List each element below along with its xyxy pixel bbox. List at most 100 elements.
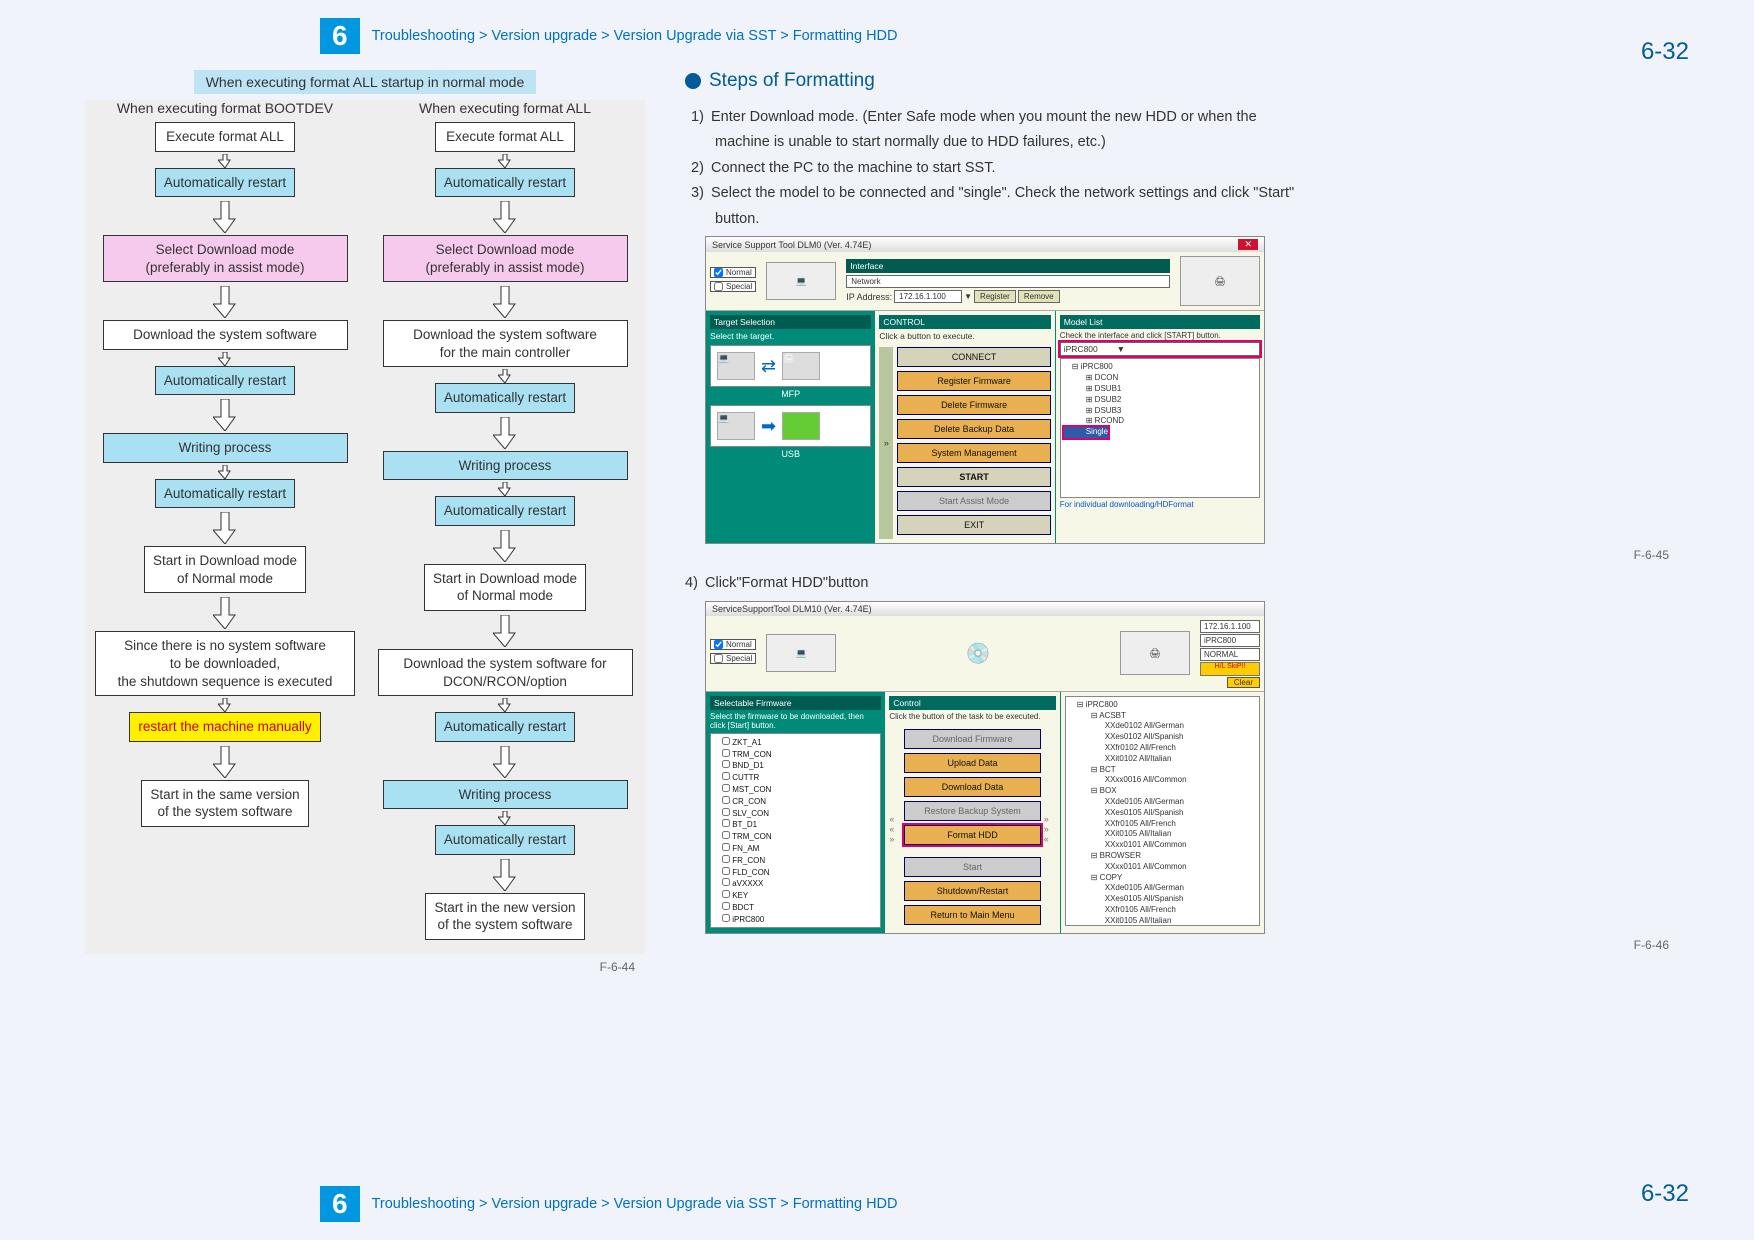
selectable-fw-label: Selectable Firmware <box>710 696 881 710</box>
arrow-large-icon <box>493 746 517 778</box>
step-1-cont: machine is unable to start normally due … <box>715 131 1689 153</box>
flow-box: Start in Download mode of Normal mode <box>424 564 586 611</box>
arrow-small-icon <box>498 369 512 383</box>
delete-backup-button[interactable]: Delete Backup Data <box>897 419 1050 439</box>
clear-button[interactable]: Clear <box>1227 677 1260 688</box>
step-3-cont: button. <box>715 208 1689 230</box>
usb-target[interactable]: 💻 ➡ <box>710 405 871 447</box>
arrow-large-icon <box>493 615 517 647</box>
arrow-small-icon <box>498 811 512 825</box>
flow-box: Automatically restart <box>155 168 295 198</box>
register-firmware-button[interactable]: Register Firmware <box>897 371 1050 391</box>
restore-backup-button[interactable]: Restore Backup System <box>904 801 1040 821</box>
firmware-tree[interactable]: ZKT_A1 TRM_CON BND_D1 CUTTR MST_CON CR_C… <box>710 733 881 928</box>
arrow-right-icon: ➡ <box>761 416 776 437</box>
shutdown-restart-button[interactable]: Shutdown/Restart <box>904 881 1040 901</box>
return-menu-button[interactable]: Return to Main Menu <box>904 905 1040 925</box>
arrow-large-icon <box>213 597 237 629</box>
step-1: 1)Enter Download mode. (Enter Safe mode … <box>691 106 1689 128</box>
arrow-large-icon <box>213 399 237 431</box>
flow-box: Automatically restart <box>435 383 575 413</box>
register-button[interactable]: Register <box>974 290 1016 303</box>
special-checkbox[interactable]: Special <box>710 653 756 664</box>
ip-label: IP Address: <box>846 292 892 302</box>
start-assist-button[interactable]: Start Assist Mode <box>897 491 1050 511</box>
arrows-icon: ⇄ <box>761 356 776 377</box>
flow-box: Automatically restart <box>435 168 575 198</box>
step-4: 4)Click"Format HDD"button <box>685 572 1689 594</box>
flow-box: Automatically restart <box>435 825 575 855</box>
mfp-label: MFP <box>710 389 871 399</box>
select-fw-text: Select the firmware to be downloaded, th… <box>710 712 881 730</box>
chapter-number: 6 <box>320 1186 360 1222</box>
flow-box: restart the machine manually <box>129 712 320 742</box>
window-titlebar: ServiceSupportTool DLM10 (Ver. 4.74E) <box>706 602 1264 616</box>
download-fw-button[interactable]: Download Firmware <box>904 729 1040 749</box>
figure-label-r2: F-6-46 <box>685 938 1669 952</box>
normal-checkbox[interactable]: Normal <box>710 639 756 650</box>
exit-button[interactable]: EXIT <box>897 515 1050 535</box>
start-button[interactable]: Start <box>904 857 1040 877</box>
step-2: 2)Connect the PC to the machine to start… <box>691 157 1689 179</box>
laptop-icon: 💻 <box>717 352 755 380</box>
model-display: iPRC800 <box>1200 634 1260 647</box>
flow-box: Automatically restart <box>155 366 295 396</box>
flow-box: Execute format ALL <box>435 122 575 152</box>
flow-box: Since there is no system software to be … <box>95 631 355 696</box>
arrow-large-icon <box>213 746 237 778</box>
ip-input[interactable]: 172.16.1.100 <box>894 290 962 303</box>
flow-box: Download the system software for the mai… <box>383 320 628 367</box>
chapter-number: 6 <box>320 18 360 54</box>
flow-box: Writing process <box>383 451 628 481</box>
top-breadcrumb: 6 Troubleshooting > Version upgrade > Ve… <box>320 18 898 54</box>
normal-checkbox[interactable]: Normal <box>710 267 756 278</box>
format-hdd-button[interactable]: Format HDD <box>904 825 1040 845</box>
special-checkbox[interactable]: Special <box>710 281 756 292</box>
arrow-large-icon <box>493 859 517 891</box>
usb-label: USB <box>710 449 871 459</box>
download-data-button[interactable]: Download Data <box>904 777 1040 797</box>
upload-data-button[interactable]: Upload Data <box>904 753 1040 773</box>
laptop-icon: 💻 <box>766 634 836 672</box>
laptop-icon: 💻 <box>766 262 836 300</box>
mfp-target[interactable]: 💻 ⇄ 🖨 <box>710 345 871 387</box>
control-label: CONTROL <box>879 315 1050 329</box>
model-select[interactable]: iPRC800 ▼ <box>1060 342 1260 356</box>
arrow-large-icon <box>493 201 517 233</box>
flow-box: Start in the new version of the system s… <box>425 893 584 940</box>
flow-panel-bootdev: When executing format BOOTDEV Execute fo… <box>85 100 365 954</box>
breadcrumb: Troubleshooting > Version upgrade > Vers… <box>372 1196 898 1212</box>
arrow-small-icon <box>218 352 232 366</box>
connect-button[interactable]: CONNECT <box>897 347 1050 367</box>
arrow-small-icon <box>498 482 512 496</box>
model-tree[interactable]: ⊟ iPRC800⊞ DCON⊞ DSUB1⊞ DSUB2⊞ DSUB3⊞ RC… <box>1060 358 1260 498</box>
start-button[interactable]: START <box>897 467 1050 487</box>
flow-box: Automatically restart <box>435 712 575 742</box>
window-titlebar: Service Support Tool DLM0 (Ver. 4.74E) ✕ <box>706 237 1264 252</box>
flow-box: Download the system software <box>103 320 348 350</box>
arrow-large-icon <box>213 512 237 544</box>
flow-box: Select Download mode (preferably in assi… <box>383 235 628 282</box>
remove-button[interactable]: Remove <box>1018 290 1060 303</box>
system-management-button[interactable]: System Management <box>897 443 1050 463</box>
network-select[interactable]: Network <box>846 275 1170 288</box>
printer-icon: 🖨 <box>1120 631 1190 675</box>
check-interface-text: Check the interface and click [START] bu… <box>1060 331 1260 340</box>
delete-firmware-button[interactable]: Delete Firmware <box>897 395 1050 415</box>
figure-label-r1: F-6-45 <box>685 548 1669 562</box>
sst-screenshot-1: Service Support Tool DLM0 (Ver. 4.74E) ✕… <box>705 236 1275 544</box>
download-note: For individual downloading/HDFormat <box>1060 500 1260 509</box>
arrow-large-icon <box>493 417 517 449</box>
arrow-large-icon <box>213 201 237 233</box>
flow-box: Automatically restart <box>155 479 295 509</box>
skip-indicator: H/L SkiP!! <box>1200 662 1260 676</box>
close-icon[interactable]: ✕ <box>1238 239 1258 250</box>
click-button-text: Click a button to execute. <box>879 331 1050 341</box>
arrow-small-icon <box>498 698 512 712</box>
flow-subtitle-left: When executing format BOOTDEV <box>117 100 333 116</box>
flow-box: Execute format ALL <box>155 122 295 152</box>
flow-box: Writing process <box>383 780 628 810</box>
version-tree[interactable]: ⊟ iPRC800⊟ ACSBTXXde0102 All/GermanXXes0… <box>1065 696 1260 926</box>
flow-box: Download the system software for DCON/RC… <box>378 649 633 696</box>
laptop-icon: 💻 <box>717 412 755 440</box>
